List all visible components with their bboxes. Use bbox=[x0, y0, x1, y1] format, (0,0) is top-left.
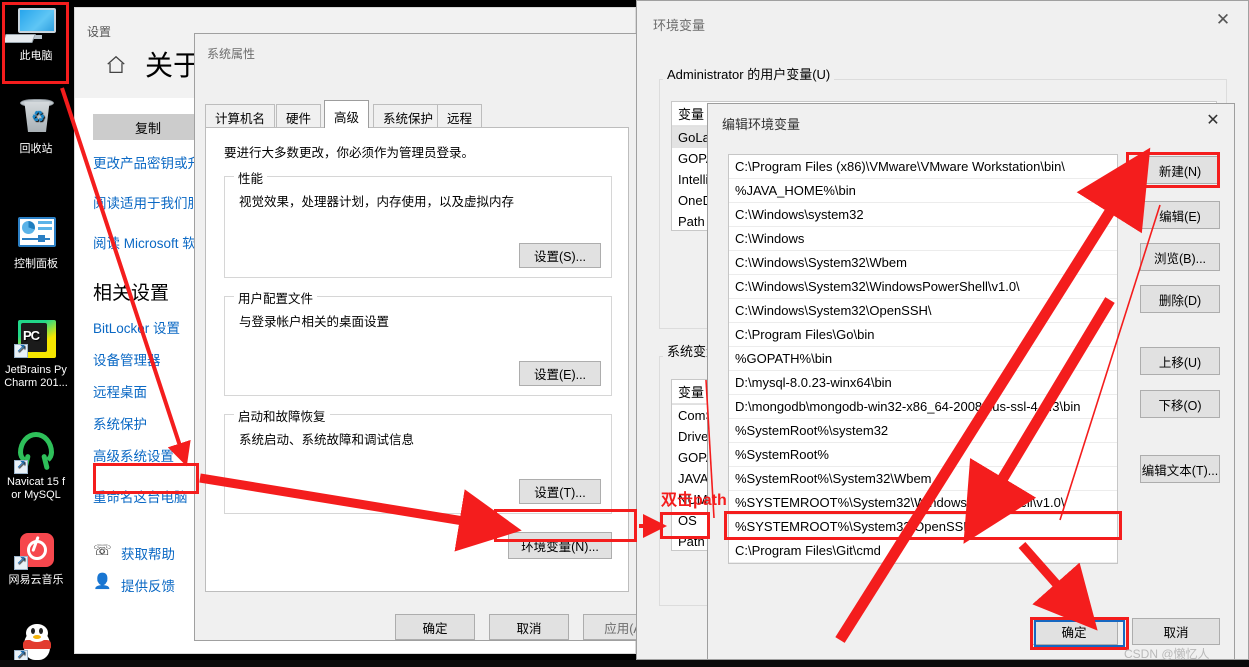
link-bitlocker[interactable]: BitLocker 设置 bbox=[93, 317, 180, 337]
link-system-protection[interactable]: 系统保护 bbox=[93, 413, 147, 433]
startup-recovery-group-title: 启动和故障恢复 bbox=[234, 406, 330, 425]
tab-remote[interactable]: 远程 bbox=[437, 104, 483, 128]
desktop-icon-pycharm[interactable]: PC JetBrains Py Charm 201... bbox=[0, 316, 72, 390]
user-profiles-group-title: 用户配置文件 bbox=[234, 288, 318, 307]
list-item[interactable]: C:\Windows\system32 bbox=[729, 203, 1117, 227]
startup-recovery-settings-button[interactable]: 设置(T)... bbox=[519, 479, 601, 504]
desktop-icon-label: JetBrains Py Charm 201... bbox=[4, 364, 68, 389]
environment-variables-button[interactable]: 环境变量(N)... bbox=[508, 532, 612, 559]
system-properties-cancel-button[interactable]: 取消 bbox=[489, 614, 569, 640]
delete-button[interactable]: 删除(D) bbox=[1140, 285, 1220, 313]
desktop-icon-label: 网易云音乐 bbox=[8, 574, 64, 586]
screenshot-root: 此电脑 ♻ 回收站 控制面板 PC JetBrains Py Charm 201… bbox=[0, 0, 1249, 667]
desktop-icon-this-pc[interactable]: 此电脑 bbox=[0, 4, 72, 63]
link-remote-desktop[interactable]: 远程桌面 bbox=[93, 381, 147, 401]
user-profiles-group: 用户配置文件 与登录帐户相关的桌面设置 设置(E)... bbox=[224, 288, 612, 396]
list-item[interactable]: C:\Windows bbox=[729, 227, 1117, 251]
list-item[interactable]: %SystemRoot%\system32 bbox=[729, 419, 1117, 443]
list-item-selected[interactable]: D:\protoc-3.17.3-win64\bin bbox=[729, 563, 1117, 564]
startup-recovery-group: 启动和故障恢复 系统启动、系统故障和调试信息 设置(T)... bbox=[224, 406, 612, 514]
list-item[interactable]: %SystemRoot% bbox=[729, 443, 1117, 467]
list-item[interactable]: %JAVA_HOME%\bin bbox=[729, 179, 1117, 203]
related-settings-heading: 相关设置 bbox=[93, 283, 170, 304]
system-properties-tabs: 计算机名 硬件 高级 系统保护 远程 bbox=[205, 100, 629, 128]
admin-note: 要进行大多数更改，你必须作为管理员登录。 bbox=[224, 146, 475, 160]
link-rename-this-pc[interactable]: 重命名这台电脑 bbox=[93, 486, 188, 506]
move-up-button[interactable]: 上移(U) bbox=[1140, 347, 1220, 375]
taskbar-strip bbox=[0, 660, 1249, 667]
home-icon[interactable] bbox=[105, 54, 127, 76]
this-pc-icon bbox=[0, 4, 72, 50]
link-device-manager[interactable]: 设备管理器 bbox=[93, 349, 161, 369]
desktop-icon-label: 回收站 bbox=[19, 143, 53, 155]
edit-dialog-ok-button[interactable]: 确定 bbox=[1030, 618, 1118, 645]
user-profiles-settings-button[interactable]: 设置(E)... bbox=[519, 361, 601, 386]
desktop-icon-control-panel[interactable]: 控制面板 bbox=[0, 212, 72, 271]
pycharm-icon: PC bbox=[0, 316, 72, 364]
control-panel-icon bbox=[0, 212, 72, 258]
recycle-bin-icon: ♻ bbox=[0, 97, 72, 143]
environment-variables-title: 环境变量 bbox=[653, 18, 706, 33]
edit-dialog-cancel-button[interactable]: 取消 bbox=[1132, 618, 1220, 645]
netease-music-icon bbox=[0, 530, 72, 574]
startup-recovery-group-text: 系统启动、系统故障和调试信息 bbox=[239, 433, 415, 447]
list-item[interactable]: C:\Windows\System32\OpenSSH\ bbox=[729, 299, 1117, 323]
edit-dialog-title: 编辑环境变量 bbox=[722, 117, 801, 132]
path-entries-list[interactable]: C:\Program Files (x86)\VMware\VMware Wor… bbox=[728, 154, 1118, 564]
desktop-icon-navicat[interactable]: Navicat 15 f or MySQL bbox=[0, 428, 72, 502]
performance-group-title: 性能 bbox=[234, 168, 268, 187]
edit-button[interactable]: 编辑(E) bbox=[1140, 201, 1220, 229]
list-item[interactable]: %SystemRoot%\System32\Wbem bbox=[729, 467, 1117, 491]
desktop-icon-recycle-bin[interactable]: ♻ 回收站 bbox=[0, 97, 72, 156]
performance-group: 性能 视觉效果，处理器计划，内存使用，以及虚拟内存 设置(S)... bbox=[224, 168, 612, 278]
move-down-button[interactable]: 下移(O) bbox=[1140, 390, 1220, 418]
edit-text-button[interactable]: 编辑文本(T)... bbox=[1140, 455, 1220, 483]
performance-group-text: 视觉效果，处理器计划，内存使用，以及虚拟内存 bbox=[239, 195, 515, 209]
link-read-terms[interactable]: 阅读适用于我们服 bbox=[93, 192, 201, 212]
user-variables-group-label: Administrator 的用户变量(U) bbox=[663, 64, 835, 83]
desktop-icon-label: 此电脑 bbox=[19, 50, 53, 62]
link-give-feedback[interactable]: 提供反馈 bbox=[121, 575, 175, 595]
system-properties-dialog: 系统属性 计算机名 硬件 高级 系统保护 远程 要进行大多数更改，你必须作为管理… bbox=[194, 33, 663, 641]
list-item[interactable]: D:\mongodb\mongodb-win32-x86_64-2008plus… bbox=[729, 395, 1117, 419]
page-title: 关于 bbox=[145, 50, 202, 81]
list-item[interactable]: %GOPATH%\bin bbox=[729, 347, 1117, 371]
close-icon[interactable]: ✕ bbox=[1200, 110, 1226, 132]
list-item[interactable]: C:\Program Files (x86)\VMware\VMware Wor… bbox=[729, 155, 1117, 179]
annotation-double-click-path: 双击path bbox=[661, 492, 727, 509]
navicat-icon bbox=[0, 428, 72, 476]
link-get-help[interactable]: 获取帮助 bbox=[121, 543, 175, 563]
link-advanced-system-settings[interactable]: 高级系统设置 bbox=[93, 445, 174, 465]
list-item[interactable]: C:\Windows\System32\WindowsPowerShell\v1… bbox=[729, 275, 1117, 299]
link-read-microsoft[interactable]: 阅读 Microsoft 软 bbox=[93, 232, 196, 252]
desktop-background: 此电脑 ♻ 回收站 控制面板 PC JetBrains Py Charm 201… bbox=[0, 0, 80, 667]
tab-computer-name[interactable]: 计算机名 bbox=[205, 104, 276, 128]
desktop-icon-netease-music[interactable]: 网易云音乐 bbox=[0, 530, 72, 587]
browse-button[interactable]: 浏览(B)... bbox=[1140, 243, 1220, 271]
tab-advanced[interactable]: 高级 bbox=[324, 100, 370, 128]
tab-system-protection[interactable]: 系统保护 bbox=[373, 104, 444, 128]
tab-hardware[interactable]: 硬件 bbox=[276, 104, 322, 128]
settings-window-title: 设置 bbox=[87, 25, 112, 39]
system-properties-title: 系统属性 bbox=[207, 47, 256, 61]
performance-settings-button[interactable]: 设置(S)... bbox=[519, 243, 601, 268]
list-item[interactable]: C:\Windows\System32\Wbem bbox=[729, 251, 1117, 275]
link-change-product-key[interactable]: 更改产品密钥或升 bbox=[93, 152, 201, 172]
help-icon: ☏ bbox=[93, 542, 112, 559]
close-icon[interactable]: ✕ bbox=[1208, 9, 1238, 31]
system-properties-ok-button[interactable]: 确定 bbox=[395, 614, 475, 640]
user-profiles-group-text: 与登录帐户相关的桌面设置 bbox=[239, 315, 390, 329]
edit-environment-variable-dialog: 编辑环境变量 ✕ C:\Program Files (x86)\VMware\V… bbox=[707, 103, 1235, 660]
list-item[interactable]: C:\Program Files\Go\bin bbox=[729, 323, 1117, 347]
list-item[interactable]: C:\Program Files\Git\cmd bbox=[729, 539, 1117, 563]
list-item[interactable]: %SYSTEMROOT%\System32\OpenSSH\ bbox=[729, 515, 1117, 539]
desktop-icon-label: Navicat 15 f or MySQL bbox=[6, 476, 66, 501]
system-properties-advanced-page: 要进行大多数更改，你必须作为管理员登录。 性能 视觉效果，处理器计划，内存使用，… bbox=[205, 127, 629, 592]
desktop-icon-label: 控制面板 bbox=[14, 258, 58, 270]
list-item[interactable]: %SYSTEMROOT%\System32\WindowsPowerShell\… bbox=[729, 491, 1117, 515]
list-item[interactable]: D:\mysql-8.0.23-winx64\bin bbox=[729, 371, 1117, 395]
copy-button[interactable]: 复制 bbox=[93, 114, 203, 140]
new-button[interactable]: 新建(N) bbox=[1140, 156, 1220, 184]
feedback-icon: 👤 bbox=[93, 573, 112, 590]
